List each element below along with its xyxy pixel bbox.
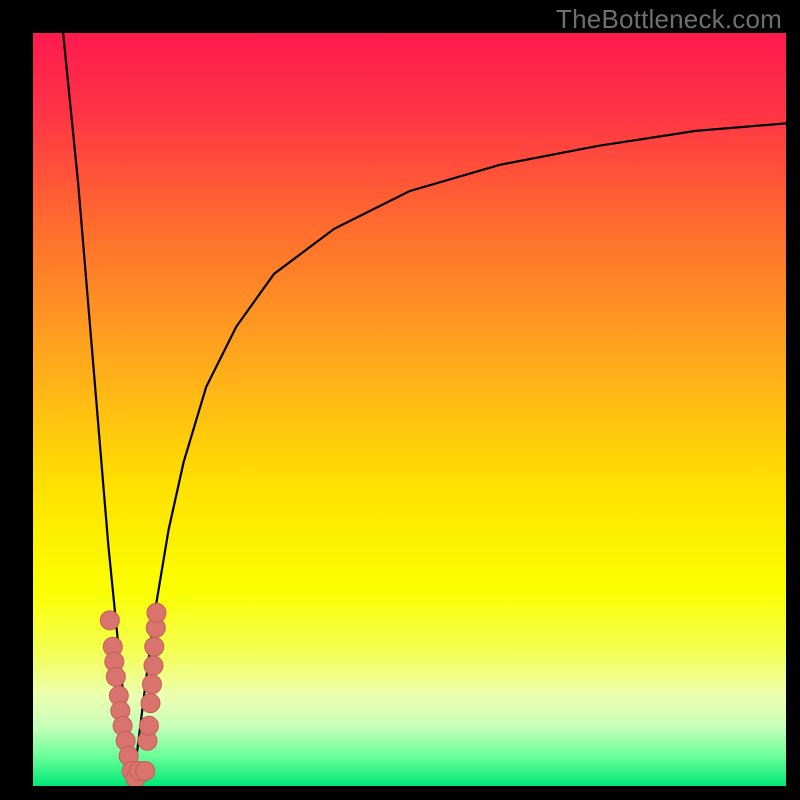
curve-layer [33, 33, 786, 786]
scatter-dot [145, 637, 164, 656]
scatter-dot [139, 716, 158, 735]
plot-area [33, 33, 786, 786]
scatter-dot [142, 675, 161, 694]
watermark-text: TheBottleneck.com [556, 4, 782, 35]
scatter-dot [106, 667, 125, 686]
scatter-dot [141, 694, 160, 713]
curve-right-branch [134, 123, 786, 778]
scatter-dots [100, 603, 166, 786]
scatter-dot [100, 611, 119, 630]
scatter-dot [136, 761, 155, 780]
curve-left-branch [63, 33, 134, 778]
scatter-dot [147, 603, 166, 622]
scatter-dot [144, 656, 163, 675]
chart-frame: TheBottleneck.com [0, 0, 800, 800]
